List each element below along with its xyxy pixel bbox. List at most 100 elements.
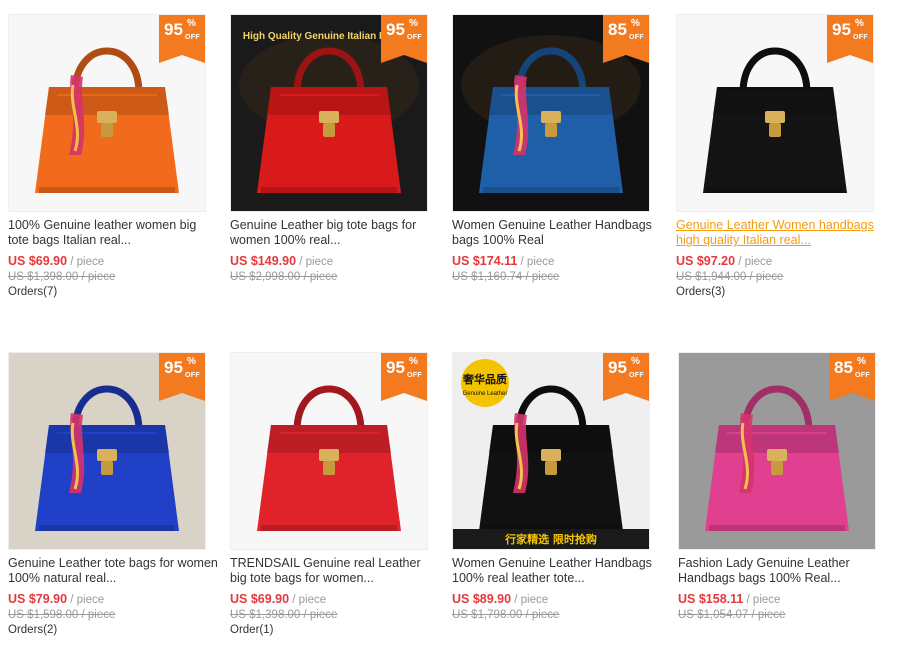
discount-percent: % [857,356,866,367]
original-price: US $1,798.00 / piece [452,609,560,621]
discount-off: OFF [629,34,644,41]
discount-off: OFF [629,372,644,379]
order-count [452,624,662,638]
product-image[interactable]: 95% OFF [8,14,206,212]
product-price: US $174.11 / piece [452,254,662,268]
price-amount: US $158.11 [678,592,744,606]
discount-percent: % [187,356,196,367]
product-image[interactable]: 85% OFF [452,14,650,212]
image-stamp-subtext: Genuine Leather [463,391,508,397]
price-unit: / piece [296,256,334,268]
product-title[interactable]: Genuine Leather Women handbags high qual… [676,218,886,248]
discount-percent: % [409,18,418,29]
product-title[interactable]: Genuine Leather big tote bags for women … [230,218,440,248]
discount-badge: 95% OFF [827,15,873,63]
discount-badge: 95% OFF [603,353,649,401]
price-unit: / piece [517,256,555,268]
order-count: Order(1) [230,624,274,636]
discount-value: 95 [386,358,405,377]
price-amount: US $69.90 [8,254,68,268]
original-price: US $1,160.74 / piece [452,271,560,283]
product-price: US $69.90 / piece [8,254,218,268]
product-price: US $89.90 / piece [452,592,662,606]
discount-value: 95 [832,20,851,39]
discount-value: 95 [386,20,405,39]
original-price: US $1,944.00 / piece [676,271,784,283]
product-price: US $79.90 / piece [8,592,218,606]
original-price: US $1,598.00 / piece [8,609,116,621]
product-image[interactable]: High Quality Genuine Italian Leather 95%… [230,14,428,212]
price-unit: / piece [743,594,781,606]
product-price: US $149.90 / piece [230,254,440,268]
order-count: Orders(3) [676,286,726,298]
discount-value: 95 [164,20,183,39]
discount-percent: % [631,18,640,29]
product-card[interactable]: 奢华品质 Genuine Leather 行家精选 限时抢购 95% OFF Wome… [452,352,662,638]
product-title[interactable]: Women Genuine Leather Handbags bags 100%… [452,218,662,248]
discount-badge: 95% OFF [159,353,205,401]
discount-badge: 95% OFF [381,353,427,401]
product-card[interactable]: 85% OFF Fashion Lady Genuine Leather Hand… [678,352,888,638]
product-card[interactable]: 95% OFF TRENDSAIL Genuine real Leather bi… [230,352,440,638]
product-card[interactable]: 95% OFF 100% Genuine leather women big to… [8,14,218,300]
image-promo-text: 行家精选 限时抢购 [504,532,597,546]
discount-off: OFF [185,372,200,379]
order-count [678,624,888,638]
price-unit: / piece [511,594,549,606]
discount-off: OFF [853,34,868,41]
discount-badge: 85% OFF [829,353,875,401]
order-count [230,286,440,300]
product-title[interactable]: Genuine Leather tote bags for women 100%… [8,556,218,586]
product-image[interactable]: 95% OFF [676,14,874,212]
price-amount: US $69.90 [230,592,290,606]
original-price: US $1,398.00 / piece [8,271,116,283]
price-unit: / piece [67,256,105,268]
original-price: US $1,398.00 / piece [230,609,338,621]
product-price: US $69.90 / piece [230,592,440,606]
discount-off: OFF [855,372,870,379]
product-price: US $158.11 / piece [678,592,888,606]
discount-badge: 85% OFF [603,15,649,63]
order-count: Orders(7) [8,286,58,298]
image-stamp-text: 奢华品质 [462,372,507,386]
discount-percent: % [855,18,864,29]
original-price: US $2,998.00 / piece [230,271,338,283]
discount-badge: 95% OFF [159,15,205,63]
product-grid: 95% OFF 100% Genuine leather women big to… [0,0,900,654]
discount-percent: % [187,18,196,29]
product-image[interactable]: 奢华品质 Genuine Leather 行家精选 限时抢购 95% OFF [452,352,650,550]
product-image[interactable]: 95% OFF [230,352,428,550]
discount-percent: % [631,356,640,367]
discount-value: 85 [608,20,627,39]
price-amount: US $149.90 [230,254,297,268]
order-count: Orders(2) [8,624,58,636]
product-title[interactable]: Fashion Lady Genuine Leather Handbags ba… [678,556,888,586]
product-title[interactable]: Women Genuine Leather Handbags 100% real… [452,556,662,586]
discount-percent: % [409,356,418,367]
price-amount: US $89.90 [452,592,512,606]
price-unit: / piece [67,594,105,606]
product-image[interactable]: 95% OFF [8,352,206,550]
product-card[interactable]: 95% OFF Genuine Leather tote bags for wom… [8,352,218,638]
order-count [452,286,662,300]
product-card[interactable]: High Quality Genuine Italian Leather 95%… [230,14,440,300]
price-unit: / piece [735,256,773,268]
product-card[interactable]: 85% OFF Women Genuine Leather Handbags ba… [452,14,662,300]
product-card[interactable]: 95% OFF Genuine Leather Women handbags hi… [676,14,886,300]
price-amount: US $79.90 [8,592,68,606]
product-price: US $97.20 / piece [676,254,886,268]
price-unit: / piece [289,594,327,606]
original-price: US $1,054.07 / piece [678,609,786,621]
discount-off: OFF [407,34,422,41]
discount-badge: 95% OFF [381,15,427,63]
discount-value: 95 [164,358,183,377]
discount-value: 85 [834,358,853,377]
discount-off: OFF [407,372,422,379]
product-image[interactable]: 85% OFF [678,352,876,550]
discount-off: OFF [185,34,200,41]
discount-value: 95 [608,358,627,377]
product-title[interactable]: 100% Genuine leather women big tote bags… [8,218,218,248]
product-title[interactable]: TRENDSAIL Genuine real Leather big tote … [230,556,440,586]
price-amount: US $174.11 [452,254,518,268]
price-amount: US $97.20 [676,254,736,268]
